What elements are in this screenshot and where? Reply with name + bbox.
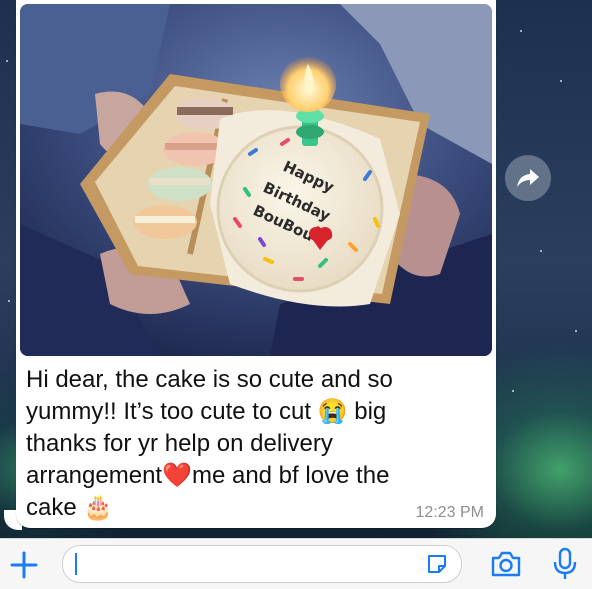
star <box>575 330 577 332</box>
message-input[interactable] <box>62 545 462 583</box>
text-cursor <box>75 553 77 575</box>
sticker-icon <box>428 555 446 573</box>
message-timestamp: 12:23 PM <box>415 504 484 521</box>
sticker-button[interactable] <box>425 552 449 576</box>
star <box>8 300 10 302</box>
camera-button[interactable] <box>490 549 522 579</box>
microphone-button[interactable] <box>552 547 578 581</box>
camera-icon <box>491 551 521 577</box>
star <box>520 30 522 32</box>
star <box>560 80 562 82</box>
message-text: Hi dear, the cake is so cute and so yumm… <box>26 366 393 521</box>
cake-photo-image: Happy Birthday BouBou <box>20 4 492 356</box>
star <box>6 60 8 62</box>
forward-button[interactable] <box>505 155 551 201</box>
microphone-icon <box>553 547 577 579</box>
star <box>512 390 514 392</box>
message-bubble[interactable]: Happy Birthday BouBou Hi dear, the cake … <box>16 0 496 528</box>
cake-photo[interactable]: Happy Birthday BouBou <box>20 4 492 356</box>
add-attachment-button[interactable] <box>8 549 40 581</box>
plus-icon <box>10 551 38 579</box>
forward-arrow-icon <box>517 169 539 187</box>
message-input-bar <box>0 538 592 589</box>
star <box>540 250 542 252</box>
